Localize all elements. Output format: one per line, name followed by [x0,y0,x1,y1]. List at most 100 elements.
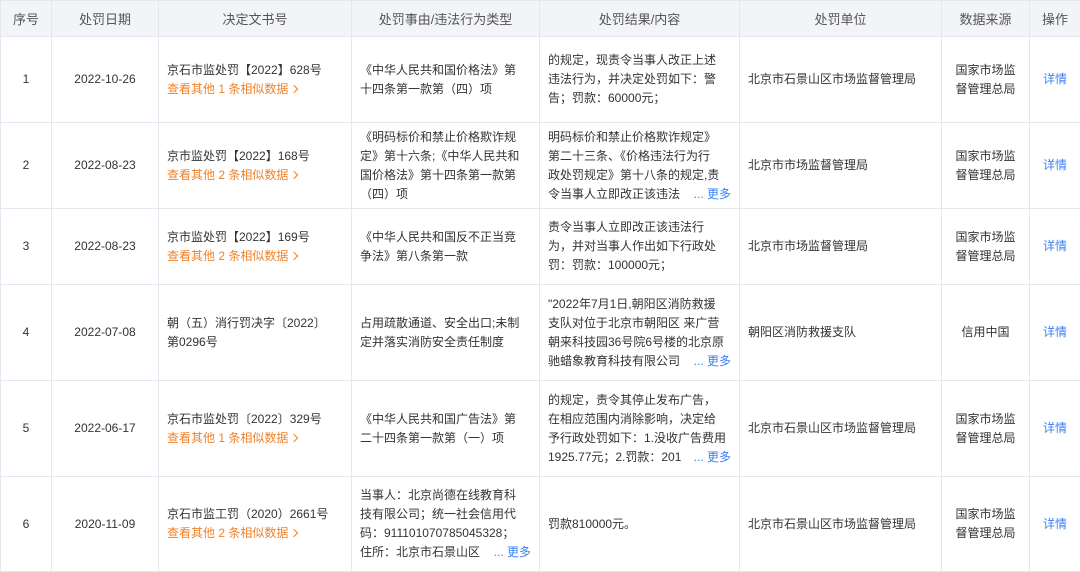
reason-more-link[interactable]: ... 更多 [492,543,531,562]
result-line: 罚款810000元。 [548,516,637,531]
result-more-line: 驰蜡象教育科技有限公司 ... 更多 [548,352,731,371]
result-line: 第二十三条、《价格违法行为行 [548,148,711,163]
decision-doc-number: 京市监处罚【2022】168号 [167,148,310,163]
penalty-result-cell: 责令当事人立即改正该违法行 为，并对当事人作出如下行政处 罚：罚款：100000元； [539,208,740,285]
reason-line: 国价格法》第十四条第一款第 [360,167,517,182]
penalty-unit-cell: 北京市石景山区市场监督管理局 [739,36,942,123]
detail-link[interactable]: 详情 [1043,325,1067,339]
penalty-table: 序号 处罚日期 决定文书号 处罚事由/违法行为类型 处罚结果/内容 处罚单位 数… [0,0,1080,572]
penalty-result-cell: 的规定，责令其停止发布广告， 在相应范围内消除影响，决定给 予行政处罚如下：1.没收… [539,380,740,477]
action-cell: 详情 [1029,284,1080,381]
header-cell: 数据来源 [941,0,1030,37]
penalty-unit-cell: 北京市石景山区市场监督管理局 [739,476,942,572]
row-number-cell: 1 [0,36,52,123]
reason-line: 二十四条第一款第（一）项 [360,430,505,445]
similar-data-link[interactable]: 查看其他 1 条相似数据 [167,429,343,448]
decision-doc-number: 京石市监工罚（2020）2661号 [167,507,329,521]
penalty-unit: 北京市石景山区市场监督管理局 [748,421,917,435]
penalty-date-cell: 2020-11-09 [51,476,159,572]
result-line: 予行政处罚如下：1.没收广告费用 [548,430,727,445]
result-line: 在相应范围内消除影响，决定给 [548,411,717,426]
reason-line: 《中华人民共和国反不正当竞 [360,229,517,244]
detail-link[interactable]: 详情 [1043,517,1067,531]
decision-doc-cell: 京市监处罚【2022】168号查看其他 2 条相似数据 [158,122,352,209]
penalty-date: 2022-08-23 [74,158,136,172]
chevron-right-icon [290,528,299,538]
reason-line: 当事人：北京尚德在线教育科 [360,488,517,502]
row-number: 3 [22,239,30,253]
result-more-line: 1925.77元；2.罚款：201 ... 更多 [548,448,731,467]
table-row: 6 2020-11-09 京石市监工罚（2020）2661号 查看其他 2 条相似数据… [0,476,1080,572]
data-source-cell: 国家市场监督管理总局 [941,476,1030,572]
similar-data-link[interactable]: 查看其他 2 条相似数据 [167,166,343,185]
similar-data-link[interactable]: 查看其他 1 条相似数据 [167,80,343,99]
header-cell: 处罚日期 [51,0,159,37]
penalty-date: 2022-06-17 [74,421,136,435]
decision-doc-cell: 京石市监处罚【2022】628号 查看其他 1 条相似数据 [158,36,352,123]
row-number-cell: 2 [0,122,52,209]
result-line: 政处罚规定》第十八条的规定,责 [548,167,720,182]
chevron-right-icon [290,170,299,179]
decision-doc-line: 第0296号 [167,334,218,349]
table-row: 3 2022-08-23 京市监处罚【2022】169号 查看其他 2 条相似数据 《中… [0,208,1080,285]
reason-line: 定》第十六条;《中华人民共和 [360,148,520,163]
result-more-link[interactable]: ... 更多 [692,352,731,371]
penalty-result-cell: 罚款810000元。 [539,476,740,572]
table-row: 2 2022-08-23 京市监处罚【2022】168号 查看其他 2 条相似数据 《明… [0,122,1080,209]
detail-link[interactable]: 详情 [1043,158,1067,172]
penalty-date: 2022-07-08 [74,325,136,339]
penalty-unit-cell: 北京市市场监督管理局 [739,208,942,285]
data-source-cell: 国家市场监 督管理总局 [941,208,1030,285]
penalty-result-cell: "2022年7月1日,朝阳区消防救援 支队对位于北京市朝阳区 来广营 朝来科技园36… [539,284,740,381]
data-source-line: 国家市场监 [955,62,1016,77]
detail-link[interactable]: 详情 [1043,239,1067,253]
penalty-reason-cell: 《中华人民共和国广告法》第 二十四条第一款第（一）项 [351,380,540,477]
result-more-link[interactable]: ... 更多 [692,448,731,467]
row-number: 1 [22,72,30,86]
data-source-line: 国家市场监 [955,507,1016,521]
header-cell: 操作 [1029,0,1080,37]
row-number: 2 [22,158,30,172]
result-line: 朝来科技园36号院6号楼的北京原 [548,334,725,349]
data-source-line: 督管理总局 [955,526,1016,540]
penalty-reason-cell: 当事人：北京尚德在线教育科 技有限公司；统一社会信用代 码：911101070785… [351,476,540,572]
data-source-line: 国家市场监 [955,148,1016,163]
chevron-right-icon [290,84,299,93]
penalty-date-cell: 2022-10-26 [51,36,159,123]
data-source-cell: 国家市场监 督管理总局 [941,380,1030,477]
reason-line: （四）项 [360,186,409,201]
data-source-line: 督管理总局 [955,248,1016,263]
penalty-unit: 北京市市场监督管理局 [748,158,869,172]
row-number-cell: 3 [0,208,52,285]
reason-more-line: 住所：北京市石景山区 ... 更多 [360,543,531,562]
result-more-link[interactable]: ... 更多 [692,185,731,204]
penalty-reason-cell: 占用疏散通道、安全出口;未制 定并落实消防安全责任制度 [351,284,540,381]
header-cell: 序号 [0,0,52,37]
similar-data-link[interactable]: 查看其他 2 条相似数据 [167,247,343,266]
similar-data-link[interactable]: 查看其他 2 条相似数据 [167,524,343,543]
action-cell: 详情 [1029,380,1080,477]
penalty-date-cell: 2022-07-08 [51,284,159,381]
reason-line: 《中华人民共和国广告法》第 [360,411,517,426]
row-number: 5 [22,421,30,435]
penalty-unit-cell: 北京市市场监督管理局 [739,122,942,209]
reason-line: 技有限公司；统一社会信用代 [360,507,517,521]
header-cell: 处罚事由/违法行为类型 [351,0,540,37]
reason-line: 争法》第八条第一款 [360,248,469,263]
data-source-line: 信用中国 [961,325,1010,339]
penalty-result-cell: 明码标价和禁止价格欺诈规定》 第二十三条、《价格违法行为行 政处罚规定》第十八条的规… [539,122,740,209]
detail-link[interactable]: 详情 [1043,72,1067,86]
reason-line: 定并落实消防安全责任制度 [360,334,505,349]
result-line: 驰蜡象教育科技有限公司 [548,353,681,368]
result-line: 违法行为，并决定处罚如下：警 [548,72,717,86]
result-line: 罚：罚款：100000元； [548,258,673,272]
chevron-right-icon [290,433,299,442]
action-cell: 详情 [1029,36,1080,123]
detail-link[interactable]: 详情 [1043,421,1067,435]
penalty-date-cell: 2022-08-23 [51,208,159,285]
similar-data-label: 查看其他 1 条相似数据 [167,430,289,445]
result-line: "2022年7月1日,朝阳区消防救援 [548,296,716,311]
penalty-date-cell: 2022-06-17 [51,380,159,477]
result-line: 责令当事人立即改正该违法行 [548,220,705,234]
data-source-line: 督管理总局 [955,430,1016,445]
